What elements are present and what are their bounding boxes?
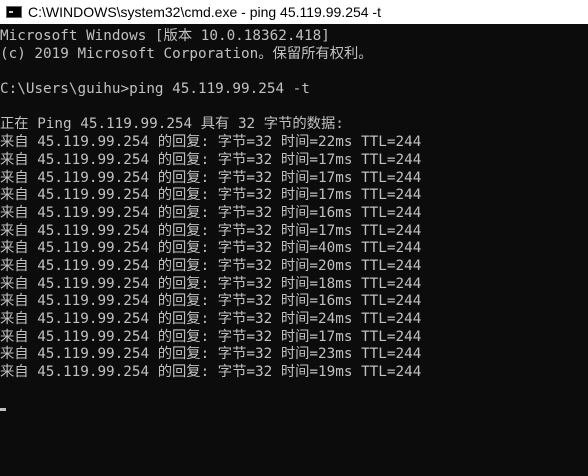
console-output[interactable]: Microsoft Windows [版本 10.0.18362.418] (c… [0, 28, 588, 476]
ping-reply-line: 来自 45.119.99.254 的回复: 字节=32 时间=16ms TTL=… [0, 293, 422, 310]
console-header-copyright: (c) 2019 Microsoft Corporation。保留所有权利。 [0, 45, 373, 62]
ping-reply-line: 来自 45.119.99.254 的回复: 字节=32 时间=19ms TTL=… [0, 364, 422, 381]
ping-reply-line: 来自 45.119.99.254 的回复: 字节=32 时间=22ms TTL=… [0, 134, 422, 151]
window-title: C:\WINDOWS\system32\cmd.exe - ping 45.11… [28, 4, 381, 20]
ping-reply-line: 来自 45.119.99.254 的回复: 字节=32 时间=18ms TTL=… [0, 275, 422, 292]
window-titlebar[interactable]: C:\WINDOWS\system32\cmd.exe - ping 45.11… [0, 0, 588, 24]
ping-reply-line: 来自 45.119.99.254 的回复: 字节=32 时间=17ms TTL=… [0, 169, 422, 186]
ping-replies: 来自 45.119.99.254 的回复: 字节=32 时间=22ms TTL=… [0, 134, 588, 382]
ping-reply-line: 来自 45.119.99.254 的回复: 字节=32 时间=24ms TTL=… [0, 311, 422, 327]
text-cursor [0, 408, 6, 412]
ping-reply-line: 来自 45.119.99.254 的回复: 字节=32 时间=23ms TTL=… [0, 346, 422, 363]
ping-reply-line: 来自 45.119.99.254 的回复: 字节=32 时间=17ms TTL=… [0, 187, 422, 204]
console-header-version: Microsoft Windows [版本 10.0.18362.418] [0, 28, 330, 44]
ping-reply-line: 来自 45.119.99.254 的回复: 字节=32 时间=16ms TTL=… [0, 204, 422, 221]
ping-reply-line: 来自 45.119.99.254 的回复: 字节=32 时间=20ms TTL=… [0, 257, 422, 274]
console-prompt-command: C:\Users\guihu>ping 45.119.99.254 -t [0, 81, 310, 98]
ping-start-line: 正在 Ping 45.119.99.254 具有 32 字节的数据: [0, 116, 344, 133]
ping-reply-line: 来自 45.119.99.254 的回复: 字节=32 时间=40ms TTL=… [0, 240, 422, 257]
ping-reply-line: 来自 45.119.99.254 的回复: 字节=32 时间=17ms TTL=… [0, 222, 422, 239]
console-icon [6, 6, 22, 18]
cursor-line [0, 399, 588, 417]
ping-reply-line: 来自 45.119.99.254 的回复: 字节=32 时间=17ms TTL=… [0, 151, 422, 168]
ping-reply-line: 来自 45.119.99.254 的回复: 字节=32 时间=17ms TTL=… [0, 328, 422, 345]
